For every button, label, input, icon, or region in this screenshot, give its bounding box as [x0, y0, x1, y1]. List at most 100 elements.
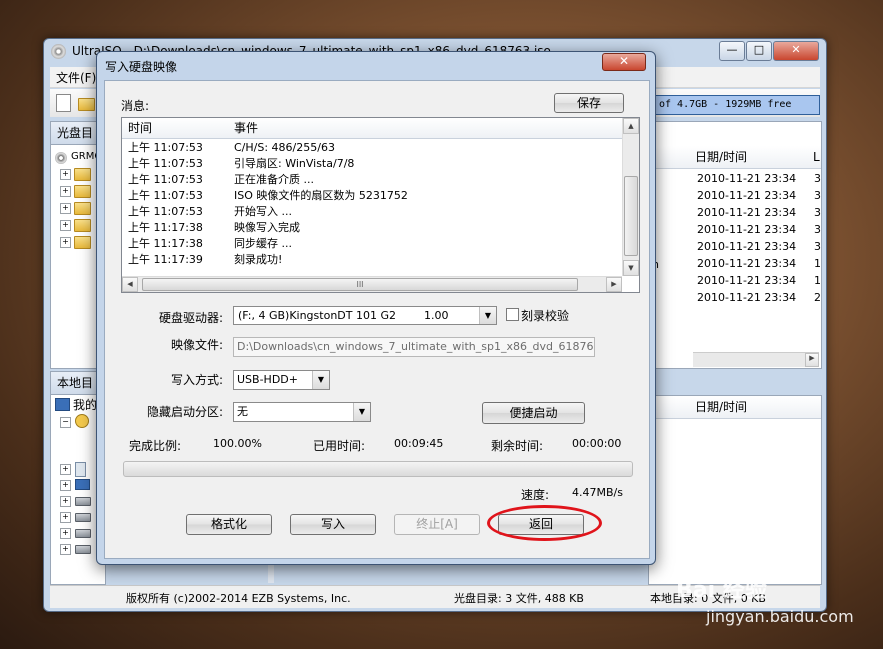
- chevron-down-icon: ▼: [312, 371, 329, 389]
- write-mode-value: USB-HDD+: [237, 373, 298, 386]
- hidden-partition-label: 隐藏启动分区:: [147, 405, 224, 419]
- log-list: 时间 事件 上午 11:07:53 C/H/S: 486/255/63 上午 11:…: [121, 117, 640, 293]
- completion-value: 100.00%: [213, 437, 262, 450]
- capacity-bar: of 4.7GB - 1929MB free: [654, 95, 820, 115]
- quick-boot-button[interactable]: 便捷启动: [482, 402, 585, 424]
- dialog-title: 写入硬盘映像: [105, 60, 178, 74]
- hidden-partition-value: 无: [237, 405, 248, 418]
- log-time: 上午 11:07:53: [128, 141, 203, 154]
- file-row[interactable]: 2010-11-21 23:34 3: [649, 221, 821, 238]
- scroll-left-button[interactable]: ◀: [122, 277, 138, 292]
- disc-file-list: 日期/时间 L 2010-11-21 23:34 3 2010-11-21 23:3…: [648, 121, 822, 369]
- drive-select-value: (F:, 4 GB)KingstonDT 101 G2 1.00: [238, 309, 449, 322]
- tree-expander[interactable]: +: [60, 528, 71, 539]
- chevron-down-icon: ▼: [353, 403, 370, 421]
- column-date[interactable]: 日期/时间: [695, 146, 747, 168]
- scroll-right-button[interactable]: ▶: [606, 277, 622, 292]
- file-row[interactable]: 2010-11-21 23:34 3: [649, 187, 821, 204]
- log-event: ISO 映像文件的扇区数为 5231752: [234, 189, 408, 202]
- menu-file[interactable]: 文件(F): [56, 69, 96, 86]
- tree-expander[interactable]: +: [60, 496, 71, 507]
- minimize-button[interactable]: —: [719, 41, 745, 61]
- log-horizontal-scrollbar[interactable]: ◀ III ▶: [122, 276, 622, 292]
- abort-button[interactable]: 终止[A]: [394, 514, 480, 535]
- file-extra: 1: [814, 274, 821, 287]
- log-event: 同步缓存 ...: [234, 237, 292, 250]
- log-column-event[interactable]: 事件: [234, 118, 258, 138]
- local-column-date[interactable]: 日期/时间: [695, 396, 747, 418]
- file-row[interactable]: 2010-11-21 23:34 1: [649, 272, 821, 289]
- open-folder-icon[interactable]: [78, 98, 95, 111]
- highlight-annotation: [487, 505, 602, 541]
- folder-icon: [74, 168, 91, 181]
- file-row[interactable]: 2010-11-21 23:34 3: [649, 204, 821, 221]
- log-row[interactable]: 上午 11:07:53 正在准备介质 ...: [122, 172, 622, 188]
- log-time: 上午 11:07:53: [128, 189, 203, 202]
- maximize-button[interactable]: □: [746, 41, 772, 61]
- log-row[interactable]: 上午 11:07:53 引导扇区: WinVista/7/8: [122, 156, 622, 172]
- image-file-label: 映像文件:: [171, 338, 224, 352]
- log-row[interactable]: 上午 11:07:53 ISO 映像文件的扇区数为 5231752: [122, 188, 622, 204]
- log-event: 正在准备介质 ...: [234, 173, 314, 186]
- status-disc-dir: 光盘目录: 3 文件, 488 KB: [454, 592, 584, 605]
- file-row[interactable]: 2010-11-21 23:34 3: [649, 238, 821, 255]
- log-event: 开始写入 ...: [234, 205, 292, 218]
- file-row[interactable]: 2010-11-21 23:34 3: [649, 170, 821, 187]
- log-vertical-scrollbar[interactable]: ▲ ▼: [622, 118, 639, 276]
- tree-expander[interactable]: +: [60, 480, 71, 491]
- progress-bar: [123, 461, 633, 477]
- log-row[interactable]: 上午 11:17:38 同步缓存 ...: [122, 236, 622, 252]
- log-column-time[interactable]: 时间: [128, 118, 152, 138]
- log-event: C/H/S: 486/255/63: [234, 141, 335, 154]
- tree-expander[interactable]: +: [60, 544, 71, 555]
- log-horizontal-thumb[interactable]: III: [142, 278, 578, 291]
- log-event: 刻录成功!: [234, 253, 283, 266]
- drive-icon: [75, 497, 91, 506]
- folder-icon: [74, 185, 91, 198]
- drive-select[interactable]: (F:, 4 GB)KingstonDT 101 G2 1.00 ▼: [233, 306, 497, 325]
- log-row[interactable]: 上午 11:17:39 刻录成功!: [122, 252, 622, 268]
- format-button[interactable]: 格式化: [186, 514, 272, 535]
- file-row[interactable]: 2010-11-21 23:34 2: [649, 289, 821, 306]
- log-time: 上午 11:17:38: [128, 237, 203, 250]
- chevron-down-icon: ▼: [479, 307, 496, 324]
- log-row[interactable]: 上午 11:07:53 开始写入 ...: [122, 204, 622, 220]
- scroll-down-button[interactable]: ▼: [623, 260, 639, 276]
- log-row[interactable]: 上午 11:17:38 映像写入完成: [122, 220, 622, 236]
- log-rows: 上午 11:07:53 C/H/S: 486/255/63 上午 11:07:53 引…: [122, 140, 622, 274]
- save-button[interactable]: 保存: [554, 93, 624, 113]
- write-button[interactable]: 写入: [290, 514, 376, 535]
- dialog-close-button[interactable]: ✕: [602, 53, 646, 71]
- folder-icon: [74, 219, 91, 232]
- hidden-partition-select[interactable]: 无 ▼: [233, 402, 371, 422]
- write-mode-select[interactable]: USB-HDD+ ▼: [233, 370, 330, 390]
- horizontal-scrollbar[interactable]: ▶: [693, 352, 819, 367]
- elapsed-label: 已用时间:: [313, 439, 366, 453]
- tree-expander[interactable]: +: [60, 169, 71, 180]
- disc-icon: [51, 44, 66, 59]
- scroll-right-button[interactable]: ▶: [805, 353, 819, 367]
- tree-expander[interactable]: +: [60, 464, 71, 475]
- dialog-body: 消息: 保存 时间 事件 上午 11:07:53 C/H/S: 486/255/6…: [104, 80, 650, 559]
- column-extra[interactable]: L: [813, 146, 820, 168]
- tree-expander[interactable]: +: [60, 203, 71, 214]
- verify-checkbox[interactable]: [506, 308, 519, 321]
- image-file-field[interactable]: D:\Downloads\cn_windows_7_ultimate_with_…: [233, 337, 595, 357]
- tree-expander[interactable]: +: [60, 220, 71, 231]
- log-row[interactable]: 上午 11:07:53 C/H/S: 486/255/63: [122, 140, 622, 156]
- main-close-button[interactable]: ✕: [773, 41, 819, 61]
- status-copyright: 版权所有 (c)2002-2014 EZB Systems, Inc.: [126, 592, 351, 605]
- scroll-up-button[interactable]: ▲: [623, 118, 639, 134]
- log-event: 引导扇区: WinVista/7/8: [234, 157, 355, 170]
- log-vertical-thumb[interactable]: [624, 176, 638, 256]
- tree-expander[interactable]: +: [60, 186, 71, 197]
- file-row[interactable]: 2010-11-21 23:34 1: [649, 255, 821, 272]
- log-time: 上午 11:17:38: [128, 221, 203, 234]
- new-file-icon[interactable]: [56, 94, 71, 112]
- file-date: 2010-11-21 23:34: [697, 189, 797, 202]
- tree-expander[interactable]: −: [60, 417, 71, 428]
- log-event: 映像写入完成: [234, 221, 300, 234]
- tree-expander[interactable]: +: [60, 512, 71, 523]
- log-time: 上午 11:17:39: [128, 253, 203, 266]
- tree-expander[interactable]: +: [60, 237, 71, 248]
